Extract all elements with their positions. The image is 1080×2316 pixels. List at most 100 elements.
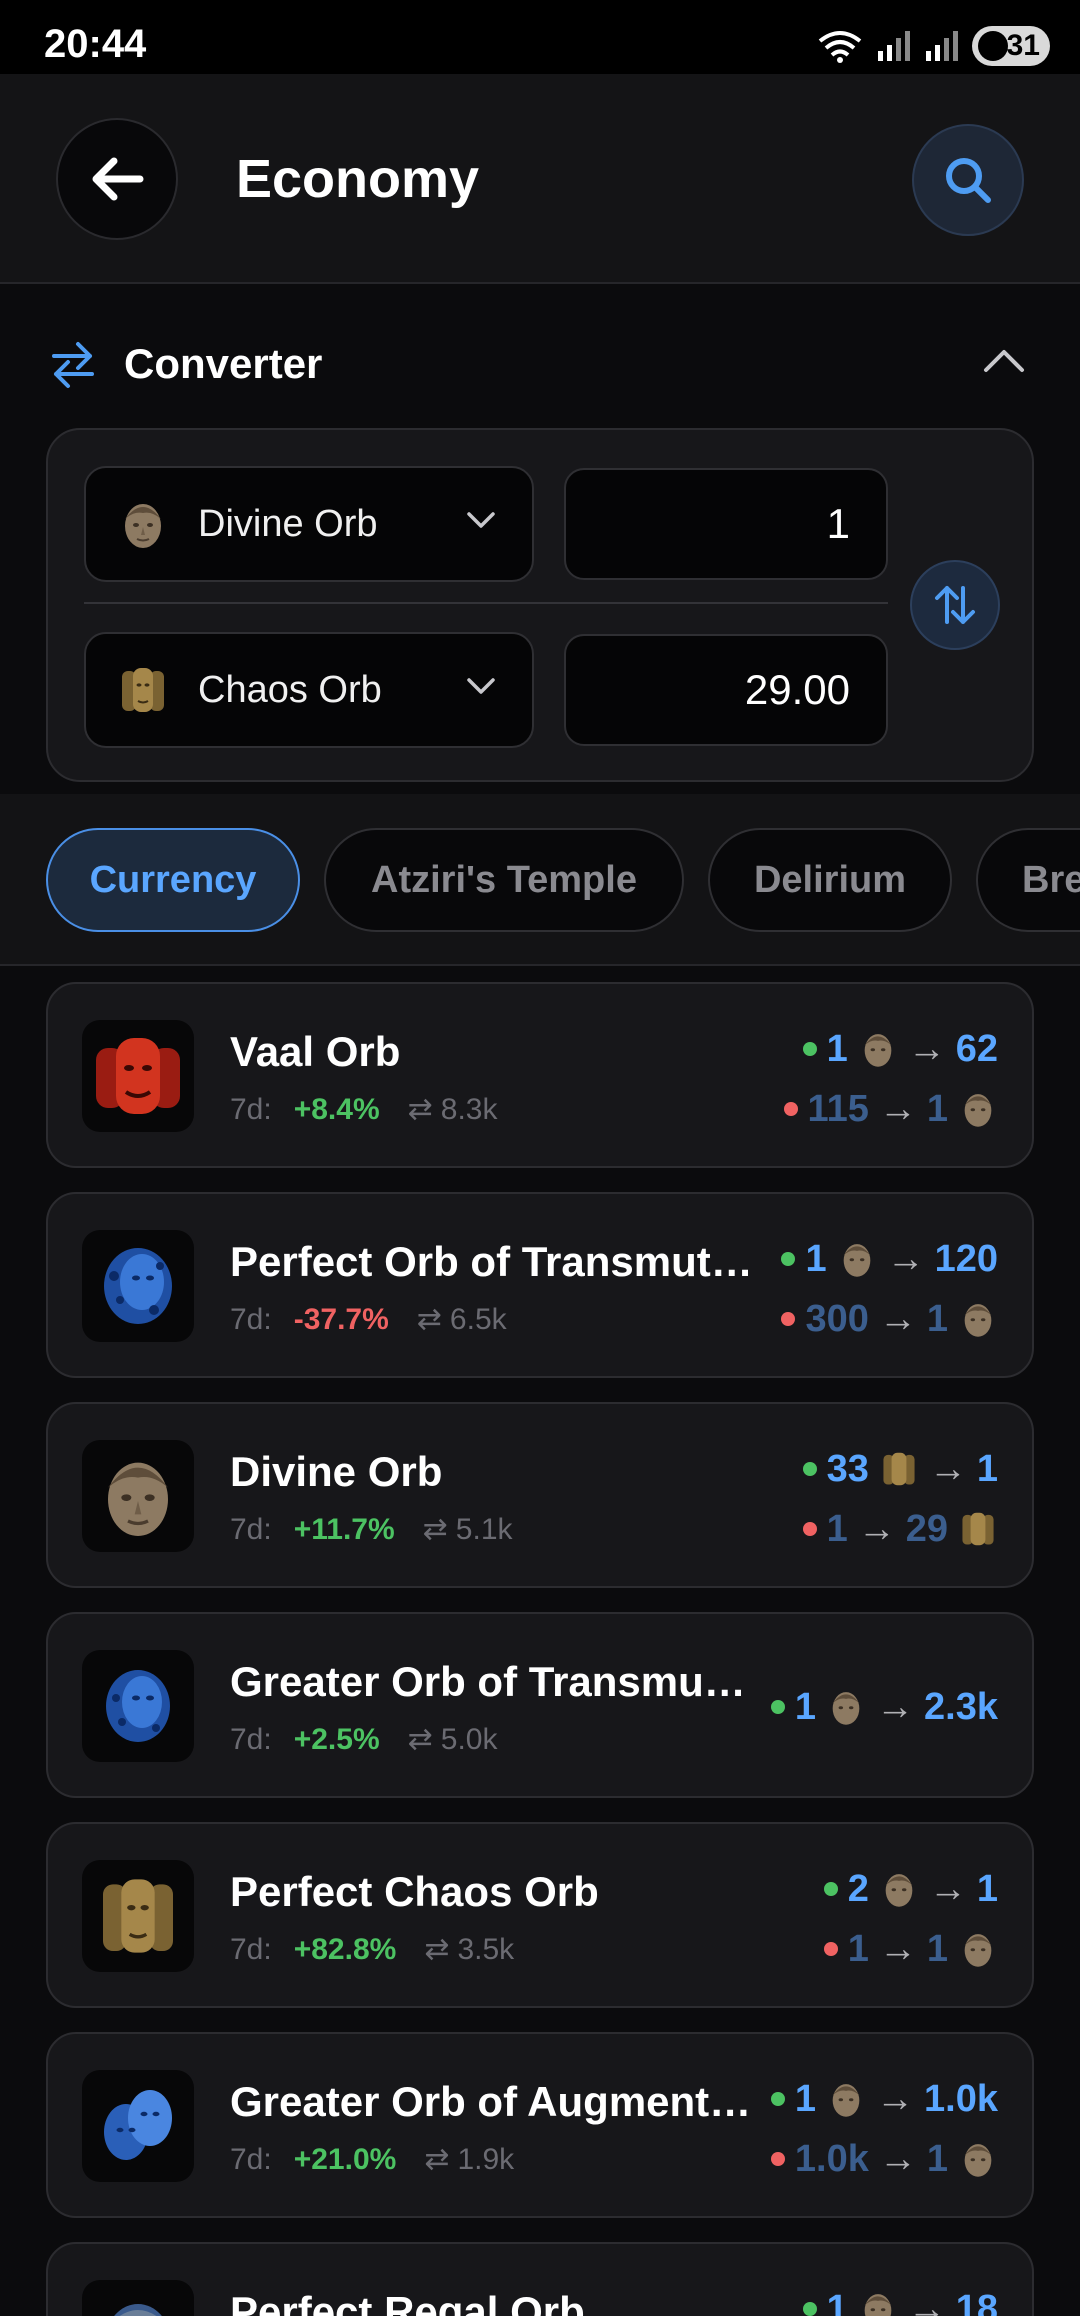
item-meta: 7d: +21.0% ⇄ 1.9k bbox=[230, 2142, 514, 2177]
arrow-right-icon: → bbox=[928, 1867, 967, 1910]
list-item[interactable]: Greater Orb of Augment… 7d: +21.0% ⇄ 1.9… bbox=[46, 2032, 1034, 2218]
buy-qty: 33 bbox=[826, 1447, 869, 1490]
search-icon bbox=[946, 158, 991, 203]
tab-delirium[interactable]: Delirium bbox=[708, 828, 952, 932]
arrow-right-icon: → bbox=[907, 1027, 946, 1070]
chaos-orb-icon bbox=[883, 1452, 915, 1486]
buy-qty: 2 bbox=[847, 1867, 869, 1910]
list-item[interactable]: Perfect Regal Orb 1 → 18 bbox=[46, 2242, 1034, 2316]
sell-qty: 115 bbox=[807, 1087, 869, 1130]
period-label: 7d: bbox=[230, 1932, 272, 1966]
perfect-orb-of-transmutation-icon bbox=[82, 1230, 194, 1342]
list-item[interactable]: Perfect Orb of Transmut… 7d: -37.7% ⇄ 6.… bbox=[46, 1192, 1034, 1378]
search-button[interactable] bbox=[912, 124, 1024, 236]
sell-qty: 1 bbox=[826, 1507, 848, 1550]
buy-qty: 1 bbox=[805, 1237, 827, 1280]
item-meta: 7d: +8.4% ⇄ 8.3k bbox=[230, 1092, 497, 1127]
swap-vertical-icon bbox=[935, 586, 975, 624]
buy-qty: 1 bbox=[826, 1027, 848, 1070]
swap-small-icon: ⇄ bbox=[416, 1303, 442, 1336]
volume-value: 5.0k bbox=[440, 1722, 498, 1756]
arrow-right-icon: → bbox=[857, 1507, 896, 1550]
converter-header[interactable]: Converter bbox=[0, 334, 1080, 394]
item-name: Vaal Orb bbox=[230, 1028, 401, 1075]
buy-result: 2.3k bbox=[924, 1685, 998, 1728]
arrow-right-icon: → bbox=[876, 2077, 915, 2120]
tab-breach[interactable]: Bre bbox=[976, 828, 1080, 932]
list-item[interactable]: Perfect Chaos Orb 7d: +82.8% ⇄ 3.5k 2 → … bbox=[46, 1822, 1034, 2008]
buy-dot bbox=[770, 2092, 785, 2106]
buy-rate: 1 → 18 bbox=[802, 2284, 998, 2316]
tab-currency[interactable]: Currency bbox=[46, 828, 300, 932]
item-name: Divine Orb bbox=[230, 1448, 443, 1495]
arrow-right-icon: → bbox=[878, 1297, 917, 1340]
buy-qty: 1 bbox=[794, 2077, 817, 2120]
item-name: Greater Orb of Transmu… bbox=[230, 1658, 746, 1705]
buy-result: 1 bbox=[976, 1447, 998, 1490]
page-title: Economy bbox=[236, 149, 480, 209]
swap-small-icon: ⇄ bbox=[407, 1723, 433, 1756]
greater-orb-of-augmentation-icon bbox=[82, 2070, 194, 2182]
volume-value: 6.5k bbox=[449, 1302, 507, 1336]
sell-result: 1 bbox=[926, 1087, 948, 1130]
divine-orb-icon bbox=[832, 1692, 860, 1725]
list-item[interactable]: Greater Orb of Transmu… 7d: +2.5% ⇄ 5.0k… bbox=[46, 1612, 1034, 1798]
back-button[interactable] bbox=[56, 118, 178, 240]
converter-card: Divine Orb 1 Chaos Orb 29.00 bbox=[46, 428, 1034, 782]
converter-divider bbox=[84, 602, 888, 604]
sell-result: 1 bbox=[926, 1297, 948, 1340]
sell-result: 1 bbox=[926, 2137, 948, 2180]
sell-rate: 1 → 29 bbox=[802, 1504, 998, 1554]
swap-small-icon: ⇄ bbox=[424, 1933, 450, 1966]
divine-orb-icon bbox=[885, 1874, 913, 1907]
buy-rate: 33 → 1 bbox=[802, 1444, 998, 1494]
divine-orb-icon bbox=[125, 504, 161, 548]
sell-dot bbox=[781, 1312, 796, 1326]
swap-small-icon: ⇄ bbox=[422, 1513, 448, 1546]
period-label: 7d: bbox=[230, 1302, 272, 1336]
buy-result: 1.0k bbox=[924, 2077, 998, 2120]
buy-dot bbox=[802, 1462, 817, 1476]
volume-value: 3.5k bbox=[457, 1932, 515, 1966]
change-value: +2.5% bbox=[293, 1722, 380, 1756]
from-currency-select[interactable]: Divine Orb bbox=[84, 466, 534, 582]
sell-result: 29 bbox=[905, 1507, 948, 1550]
item-name: Greater Orb of Augment… bbox=[230, 2078, 752, 2125]
sell-rate: 1.0k → 1 bbox=[770, 2134, 998, 2184]
item-meta: 7d: +82.8% ⇄ 3.5k bbox=[230, 1932, 514, 1967]
chevron-down-icon bbox=[467, 512, 495, 528]
tab-atziris-temple[interactable]: Atziri's Temple bbox=[324, 828, 684, 932]
change-value: +11.7% bbox=[293, 1512, 395, 1546]
buy-result: 18 bbox=[955, 2287, 998, 2316]
sell-result: 1 bbox=[926, 1927, 948, 1970]
status-icons: 31 bbox=[818, 24, 1050, 68]
arrow-right-icon: → bbox=[907, 2287, 946, 2316]
arrow-right-icon: → bbox=[886, 1237, 925, 1280]
status-time: 20:44 bbox=[44, 22, 147, 66]
from-amount-input[interactable]: 1 bbox=[564, 468, 888, 580]
chevron-up-icon[interactable] bbox=[982, 346, 1026, 374]
buy-rate: 1 → 62 bbox=[802, 1024, 998, 1074]
sell-rate: 300 → 1 bbox=[781, 1294, 998, 1344]
arrow-left-icon bbox=[92, 157, 144, 201]
list-item[interactable]: Divine Orb 7d: +11.7% ⇄ 5.1k 33 → 1 1 → … bbox=[46, 1402, 1034, 1588]
arrow-right-icon: → bbox=[928, 1447, 967, 1490]
swap-currencies-button[interactable] bbox=[910, 560, 1000, 650]
category-tabs: Currency Atziri's Temple Delirium Bre bbox=[0, 794, 1080, 966]
to-currency-select[interactable]: Chaos Orb bbox=[84, 632, 534, 748]
divine-orb-icon bbox=[864, 1034, 892, 1067]
swap-horizontal-icon bbox=[52, 342, 94, 388]
to-currency-label: Chaos Orb bbox=[198, 668, 382, 711]
buy-rate: 1 → 1.0k bbox=[770, 2074, 998, 2124]
sell-dot bbox=[783, 1102, 798, 1116]
arrow-right-icon: → bbox=[878, 1927, 917, 1970]
swap-small-icon: ⇄ bbox=[424, 2143, 450, 2176]
list-item[interactable]: Vaal Orb 7d: +8.4% ⇄ 8.3k 1 → 62 115 → 1 bbox=[46, 982, 1034, 1168]
chaos-orb-icon bbox=[962, 1512, 994, 1546]
sell-rate: 1 → 1 bbox=[823, 1924, 998, 1974]
to-amount-input[interactable]: 29.00 bbox=[564, 634, 888, 746]
greater-orb-of-transmutation-icon bbox=[82, 1650, 194, 1762]
sell-dot bbox=[770, 2152, 785, 2166]
buy-rate: 2 → 1 bbox=[823, 1864, 998, 1914]
volume-value: 8.3k bbox=[440, 1092, 498, 1126]
